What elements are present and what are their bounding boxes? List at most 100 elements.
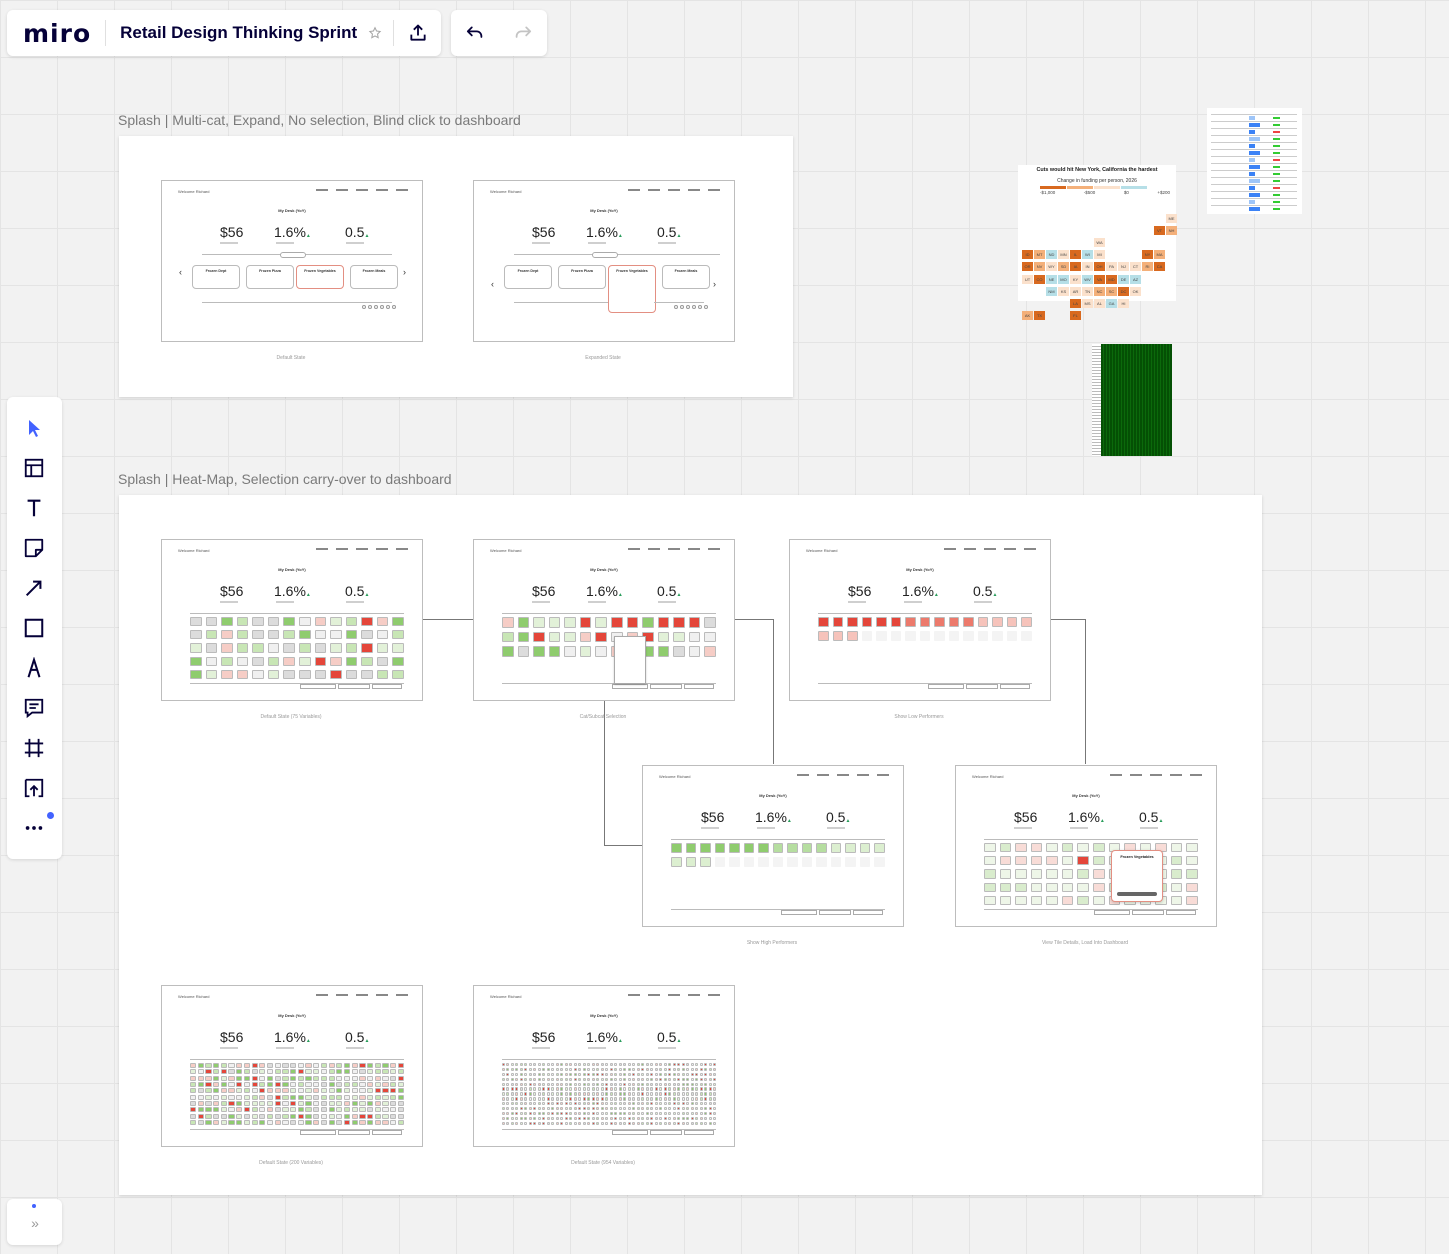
heat-map-tile[interactable] xyxy=(1092,843,1105,853)
heat-map-tile[interactable] xyxy=(524,1072,528,1077)
table-thumbnail[interactable] xyxy=(1207,108,1302,214)
heat-map-tile[interactable] xyxy=(502,1087,505,1091)
map-state-tile[interactable]: MA xyxy=(1154,250,1165,260)
heat-map-tile[interactable] xyxy=(650,1082,654,1086)
heat-map-tile[interactable] xyxy=(641,1067,645,1072)
heat-map-tile[interactable] xyxy=(591,1092,595,1096)
heat-map-tile[interactable] xyxy=(609,1092,613,1096)
heat-map-tile[interactable] xyxy=(221,617,233,627)
tile-detail-popover[interactable]: Frozen Vegetables xyxy=(1111,850,1163,902)
heat-map-tile[interactable] xyxy=(524,1087,528,1091)
heat-map-tile[interactable] xyxy=(328,1107,335,1113)
heat-map-tile[interactable] xyxy=(1170,843,1183,853)
heat-map-tile[interactable] xyxy=(690,1116,694,1121)
heat-map-tile[interactable] xyxy=(672,1097,676,1101)
heat-map-tile[interactable] xyxy=(228,1075,235,1081)
heat-map-tile[interactable] xyxy=(515,1092,519,1096)
heat-map-tile[interactable] xyxy=(578,1092,582,1096)
heat-map-tile[interactable] xyxy=(345,643,358,653)
frame-icon[interactable] xyxy=(17,731,51,765)
heat-map-tile[interactable] xyxy=(641,1082,645,1086)
us-map-thumbnail[interactable]: Cuts would hit New York, California the … xyxy=(1018,165,1177,321)
heat-map-tile[interactable] xyxy=(816,843,827,853)
category-card[interactable]: Frozen Meals xyxy=(662,265,710,289)
heat-map-tile[interactable] xyxy=(367,1107,374,1113)
heat-map-tile[interactable] xyxy=(546,1087,550,1091)
heat-map-tile[interactable] xyxy=(695,1116,699,1121)
heat-map-tile[interactable] xyxy=(609,1097,613,1101)
heat-map-tile[interactable] xyxy=(573,1082,577,1086)
heat-map-tile[interactable] xyxy=(205,669,218,679)
heat-map-tile[interactable] xyxy=(596,1072,600,1077)
heat-map-tile[interactable] xyxy=(992,617,1003,627)
heat-map-tile[interactable] xyxy=(336,1063,343,1068)
heat-map-tile[interactable] xyxy=(668,1097,672,1101)
heat-map-tile[interactable] xyxy=(330,669,342,679)
heat-map-tile[interactable] xyxy=(686,1116,690,1121)
heat-map-tile[interactable] xyxy=(374,1107,381,1113)
heat-map-tile[interactable] xyxy=(704,1067,708,1072)
heat-map-tile[interactable] xyxy=(999,856,1012,866)
heat-map-tile[interactable] xyxy=(623,1111,627,1116)
heat-map-tile[interactable] xyxy=(555,1111,559,1116)
map-state-tile[interactable]: NY xyxy=(1142,250,1153,260)
heat-map-tile[interactable] xyxy=(591,1072,595,1077)
heat-map-tile[interactable] xyxy=(659,1077,663,1082)
heat-map-tile[interactable] xyxy=(663,1077,667,1082)
heat-map-tile[interactable] xyxy=(618,1072,622,1077)
heat-map-tile[interactable] xyxy=(190,1063,197,1068)
map-state-tile[interactable]: MT xyxy=(1034,250,1045,260)
heat-map-tile[interactable] xyxy=(330,643,342,653)
heat-map-tile[interactable] xyxy=(528,1111,532,1116)
heat-map-tile[interactable] xyxy=(376,630,389,640)
heat-map-tile[interactable] xyxy=(641,1092,645,1096)
heat-map-tile[interactable] xyxy=(564,1116,568,1121)
heat-map-tile[interactable] xyxy=(582,1106,586,1111)
heat-map-tile[interactable] xyxy=(328,1094,335,1100)
heat-map-tile[interactable] xyxy=(533,1067,537,1072)
map-state-tile[interactable]: NC xyxy=(1094,286,1105,296)
heat-map-tile[interactable] xyxy=(641,1116,645,1121)
heat-map-tile[interactable] xyxy=(963,617,974,627)
heat-map-tile[interactable] xyxy=(506,1116,510,1121)
heat-map-tile[interactable] xyxy=(359,1082,366,1087)
heat-map-tile[interactable] xyxy=(650,1097,654,1101)
heat-map-tile[interactable] xyxy=(663,1067,667,1072)
heat-map-tile[interactable] xyxy=(704,1097,708,1101)
heat-map-tile[interactable] xyxy=(564,631,576,643)
heat-map-tile[interactable] xyxy=(890,631,902,641)
heat-map-tile[interactable] xyxy=(320,1075,328,1081)
heat-map-tile[interactable] xyxy=(699,1067,703,1072)
heat-map-tile[interactable] xyxy=(704,1082,708,1086)
heat-map-tile[interactable] xyxy=(623,1063,627,1067)
heat-map-tile[interactable] xyxy=(367,1082,374,1087)
heat-map-tile[interactable] xyxy=(205,1101,212,1106)
heat-map-tile[interactable] xyxy=(351,1094,358,1100)
heat-map-tile[interactable] xyxy=(305,1094,312,1100)
heat-map-tile[interactable] xyxy=(390,1120,397,1125)
heat-map-tile[interactable] xyxy=(672,1082,676,1086)
heat-map-tile[interactable] xyxy=(1061,843,1074,853)
heat-map-tile[interactable] xyxy=(591,1087,595,1091)
heat-map-tile[interactable] xyxy=(569,1121,573,1125)
heat-map-tile[interactable] xyxy=(519,1097,523,1101)
heat-map-tile[interactable] xyxy=(528,1106,532,1111)
heat-map-tile[interactable] xyxy=(555,1116,559,1121)
heat-map-tile[interactable] xyxy=(573,1067,577,1072)
heat-map-tile[interactable] xyxy=(704,1121,708,1125)
heat-map-tile[interactable] xyxy=(305,1120,312,1125)
heat-map-tile[interactable] xyxy=(282,1101,289,1106)
heat-map-tile[interactable] xyxy=(537,1106,541,1111)
heat-map-tile[interactable] xyxy=(569,1082,573,1086)
heat-map-tile[interactable] xyxy=(596,1063,600,1067)
heat-map-tile[interactable] xyxy=(517,646,530,657)
heat-map-tile[interactable] xyxy=(984,856,996,866)
heat-map-tile[interactable] xyxy=(537,1077,541,1082)
heat-map-tile[interactable] xyxy=(704,1087,708,1091)
chevron-left-icon[interactable]: ‹ xyxy=(491,279,494,289)
map-state-tile[interactable]: NE xyxy=(1046,274,1057,284)
heat-map-tile[interactable] xyxy=(343,1101,351,1106)
heat-map-tile[interactable] xyxy=(999,843,1012,853)
heat-map-tile[interactable] xyxy=(374,1094,381,1100)
heat-map-tile[interactable] xyxy=(551,1082,555,1086)
